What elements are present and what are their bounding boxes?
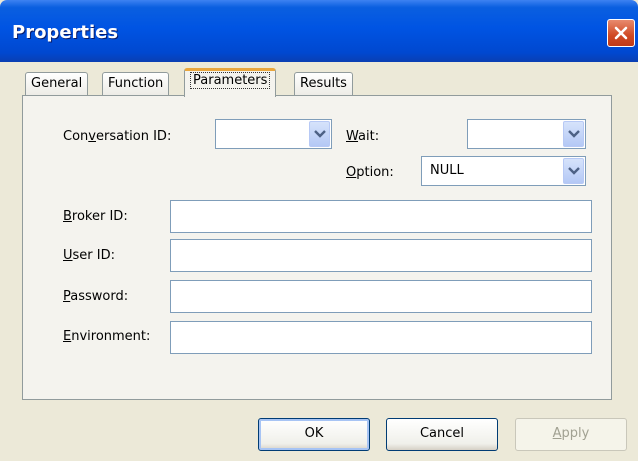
conversation-id-label: Conversation ID:	[63, 129, 172, 144]
window-title: Properties	[12, 22, 119, 43]
environment-label: Environment:	[63, 329, 151, 344]
tab-function[interactable]: Function	[102, 72, 170, 96]
cancel-button[interactable]: Cancel	[386, 418, 498, 451]
broker-id-label: Broker ID:	[63, 209, 128, 224]
option-label: Option:	[346, 165, 394, 180]
user-id-label: User ID:	[63, 248, 115, 263]
option-dropdown[interactable]: NULL	[421, 156, 586, 186]
tab-general-label: General	[31, 76, 83, 91]
chevron-down-icon[interactable]	[563, 158, 584, 184]
password-label: Password:	[63, 289, 129, 304]
option-value: NULL	[430, 163, 464, 178]
environment-input[interactable]	[170, 321, 592, 354]
conversation-id-dropdown[interactable]	[215, 119, 332, 149]
apply-button[interactable]: Apply	[515, 418, 627, 451]
password-input[interactable]	[170, 280, 592, 313]
tab-results[interactable]: Results	[294, 72, 353, 96]
tab-general[interactable]: General	[25, 72, 89, 96]
tab-function-label: Function	[108, 76, 164, 91]
tab-results-label: Results	[300, 76, 347, 91]
chevron-down-icon[interactable]	[309, 121, 330, 147]
user-id-input[interactable]	[170, 239, 592, 272]
tab-parameters-label: Parameters	[190, 72, 271, 89]
tab-parameters[interactable]: Parameters	[184, 68, 277, 97]
broker-id-input[interactable]	[170, 200, 592, 233]
close-button[interactable]	[607, 19, 635, 47]
wait-dropdown[interactable]	[467, 119, 586, 149]
ok-button[interactable]: OK	[258, 418, 370, 451]
chevron-down-icon[interactable]	[563, 121, 584, 147]
wait-label: Wait:	[346, 129, 380, 144]
title-bar[interactable]: Properties	[0, 0, 638, 62]
